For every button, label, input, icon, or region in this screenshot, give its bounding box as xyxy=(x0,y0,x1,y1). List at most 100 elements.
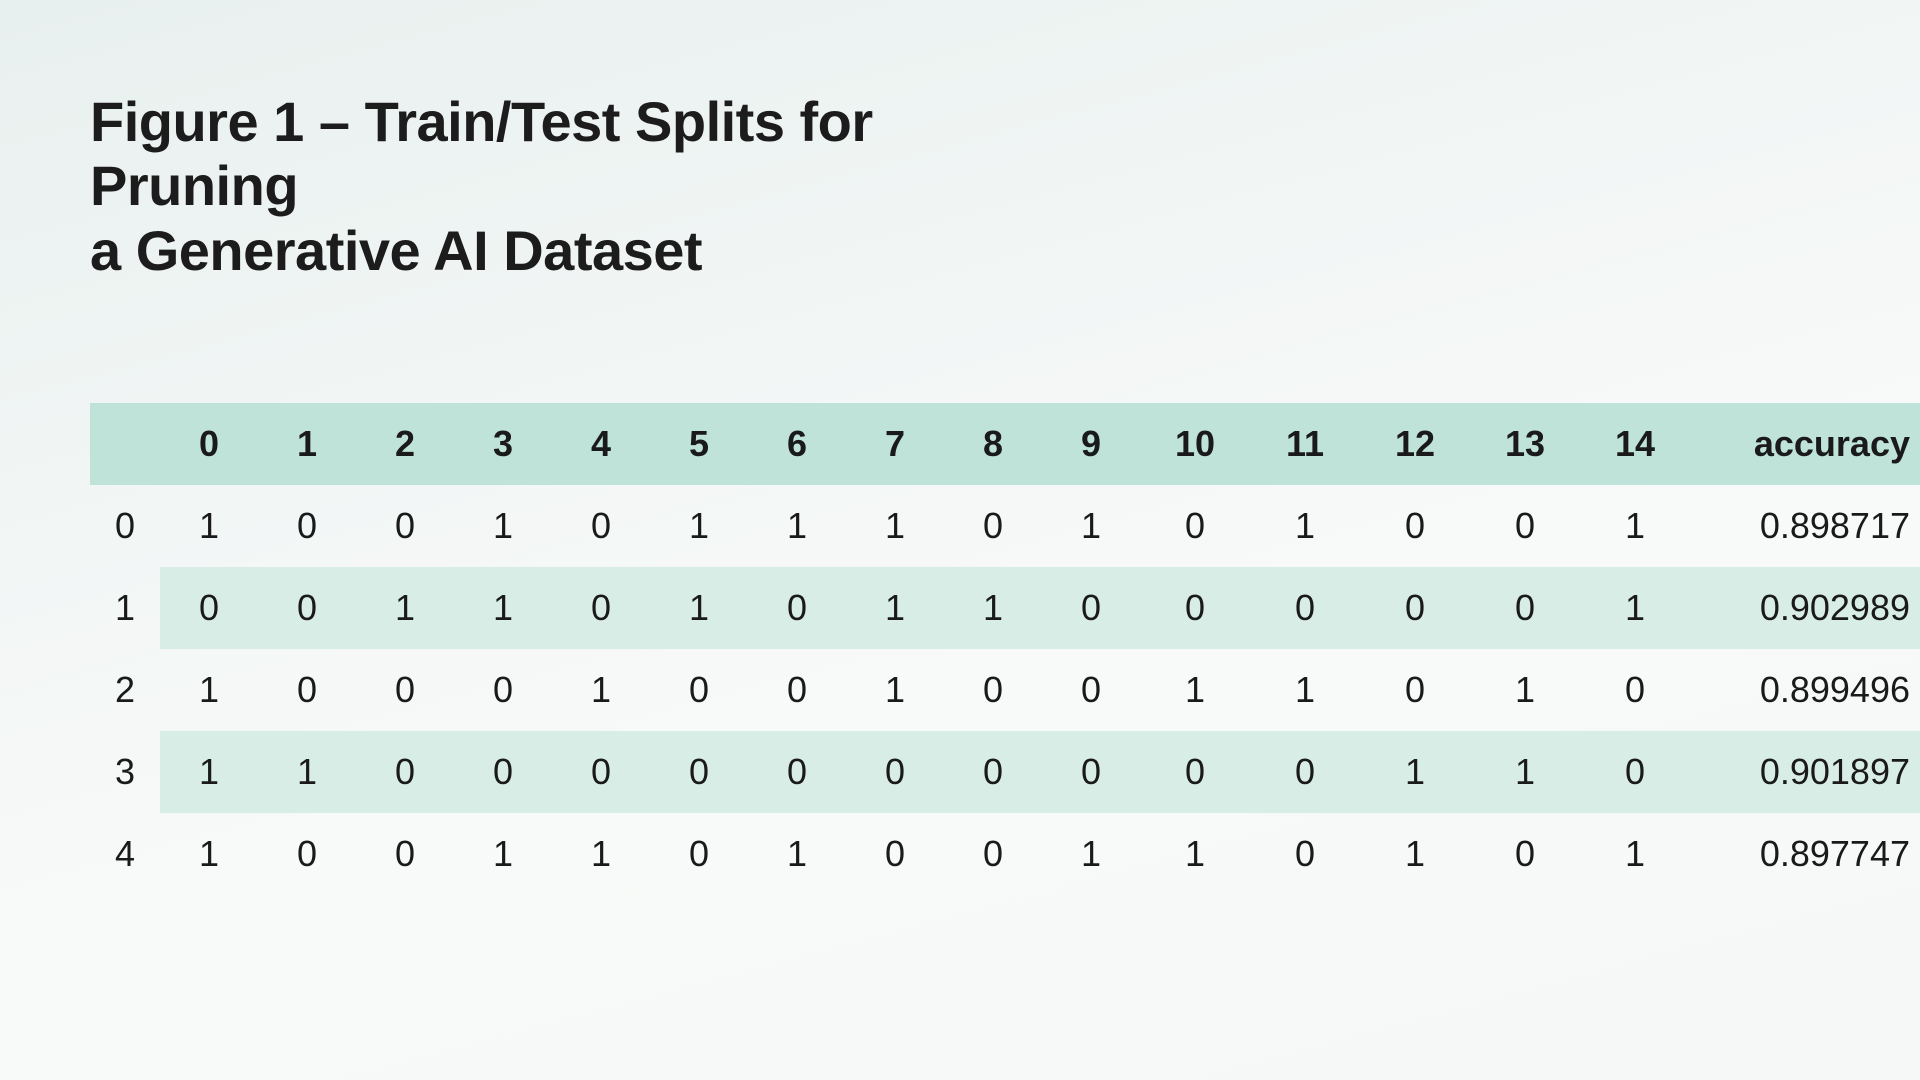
cell: 1 xyxy=(160,813,258,895)
accuracy-cell: 0.897747 xyxy=(1690,813,1920,895)
cell: 0 xyxy=(356,731,454,813)
cell: 1 xyxy=(1140,813,1250,895)
cell: 1 xyxy=(160,649,258,731)
cell: 0 xyxy=(552,485,650,567)
cell: 0 xyxy=(944,649,1042,731)
col-header-6: 6 xyxy=(748,403,846,485)
cell: 0 xyxy=(1042,649,1140,731)
cell: 0 xyxy=(552,731,650,813)
cell: 1 xyxy=(258,731,356,813)
cell: 1 xyxy=(846,649,944,731)
accuracy-cell: 0.898717 xyxy=(1690,485,1920,567)
cell: 0 xyxy=(944,485,1042,567)
col-header-3: 3 xyxy=(454,403,552,485)
cell: 0 xyxy=(1360,567,1470,649)
cell: 0 xyxy=(160,567,258,649)
cell: 1 xyxy=(454,485,552,567)
col-header-8: 8 xyxy=(944,403,1042,485)
table-header-row: 0 1 2 3 4 5 6 7 8 9 10 11 12 13 14 accur… xyxy=(90,403,1920,485)
cell: 1 xyxy=(160,731,258,813)
cell: 1 xyxy=(356,567,454,649)
col-header-10: 10 xyxy=(1140,403,1250,485)
splits-table: 0 1 2 3 4 5 6 7 8 9 10 11 12 13 14 accur… xyxy=(90,403,1920,895)
col-header-2: 2 xyxy=(356,403,454,485)
table-row: 1 0 0 1 1 0 1 0 1 1 0 0 0 0 0 1 0.902989 xyxy=(90,567,1920,649)
cell: 0 xyxy=(1470,813,1580,895)
cell: 0 xyxy=(258,567,356,649)
col-header-4: 4 xyxy=(552,403,650,485)
cell: 1 xyxy=(1470,731,1580,813)
title-line-2: a Generative AI Dataset xyxy=(90,219,702,282)
figure-page: Figure 1 – Train/Test Splits for Pruning… xyxy=(0,0,1920,1080)
cell: 0 xyxy=(846,813,944,895)
col-header-9: 9 xyxy=(1042,403,1140,485)
table-row: 4 1 0 0 1 1 0 1 0 0 1 1 0 1 0 1 0.897747 xyxy=(90,813,1920,895)
cell: 0 xyxy=(1140,567,1250,649)
cell: 0 xyxy=(1140,485,1250,567)
col-header-0: 0 xyxy=(160,403,258,485)
cell: 0 xyxy=(1042,731,1140,813)
cell: 0 xyxy=(1250,731,1360,813)
row-index: 4 xyxy=(90,813,160,895)
cell: 0 xyxy=(258,649,356,731)
cell: 0 xyxy=(1250,813,1360,895)
table-row: 3 1 1 0 0 0 0 0 0 0 0 0 0 1 1 0 0.901897 xyxy=(90,731,1920,813)
cell: 1 xyxy=(454,813,552,895)
cell: 0 xyxy=(650,649,748,731)
cell: 1 xyxy=(1250,649,1360,731)
cell: 1 xyxy=(1580,567,1690,649)
cell: 0 xyxy=(454,731,552,813)
col-header-1: 1 xyxy=(258,403,356,485)
row-index: 1 xyxy=(90,567,160,649)
cell: 1 xyxy=(650,567,748,649)
cell: 0 xyxy=(1580,649,1690,731)
table-row: 2 1 0 0 0 1 0 0 1 0 0 1 1 0 1 0 0.899496 xyxy=(90,649,1920,731)
cell: 1 xyxy=(1360,813,1470,895)
col-header-12: 12 xyxy=(1360,403,1470,485)
cell: 0 xyxy=(1042,567,1140,649)
accuracy-cell: 0.899496 xyxy=(1690,649,1920,731)
cell: 1 xyxy=(1250,485,1360,567)
cell: 0 xyxy=(1250,567,1360,649)
figure-title: Figure 1 – Train/Test Splits for Pruning… xyxy=(90,90,1090,283)
cell: 1 xyxy=(748,813,846,895)
accuracy-cell: 0.902989 xyxy=(1690,567,1920,649)
cell: 0 xyxy=(1140,731,1250,813)
cell: 0 xyxy=(1470,567,1580,649)
title-line-1: Figure 1 – Train/Test Splits for Pruning xyxy=(90,90,873,217)
cell: 1 xyxy=(1470,649,1580,731)
cell: 1 xyxy=(1580,485,1690,567)
cell: 0 xyxy=(356,485,454,567)
cell: 0 xyxy=(944,813,1042,895)
row-index: 2 xyxy=(90,649,160,731)
col-header-13: 13 xyxy=(1470,403,1580,485)
cell: 0 xyxy=(454,649,552,731)
cell: 0 xyxy=(1360,485,1470,567)
cell: 0 xyxy=(650,813,748,895)
cell: 0 xyxy=(356,813,454,895)
cell: 0 xyxy=(748,649,846,731)
cell: 0 xyxy=(748,567,846,649)
cell: 0 xyxy=(1580,731,1690,813)
col-header-14: 14 xyxy=(1580,403,1690,485)
cell: 1 xyxy=(650,485,748,567)
cell: 1 xyxy=(748,485,846,567)
cell: 1 xyxy=(1360,731,1470,813)
cell: 1 xyxy=(1140,649,1250,731)
cell: 1 xyxy=(552,649,650,731)
row-index: 0 xyxy=(90,485,160,567)
table-row: 0 1 0 0 1 0 1 1 1 0 1 0 1 0 0 1 0.898717 xyxy=(90,485,1920,567)
cell: 1 xyxy=(846,485,944,567)
cell: 0 xyxy=(258,813,356,895)
cell: 0 xyxy=(1470,485,1580,567)
accuracy-cell: 0.901897 xyxy=(1690,731,1920,813)
col-header-11: 11 xyxy=(1250,403,1360,485)
cell: 0 xyxy=(552,567,650,649)
col-header-blank xyxy=(90,403,160,485)
row-index: 3 xyxy=(90,731,160,813)
cell: 1 xyxy=(1042,813,1140,895)
cell: 0 xyxy=(258,485,356,567)
cell: 1 xyxy=(1580,813,1690,895)
cell: 0 xyxy=(356,649,454,731)
col-header-5: 5 xyxy=(650,403,748,485)
